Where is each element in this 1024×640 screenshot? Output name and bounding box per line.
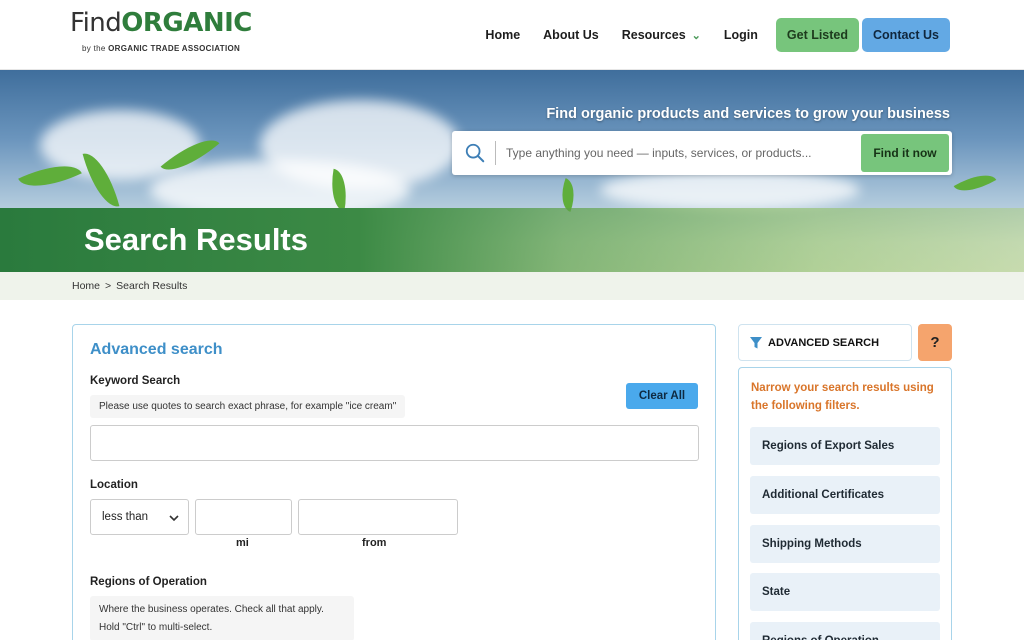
distance-operator-select[interactable]: less than	[90, 499, 189, 535]
findorganic-logo[interactable]: FindORGANIC by the ORGANIC TRADE ASSOCIA…	[70, 8, 270, 62]
advanced-search-toggle[interactable]: ADVANCED SEARCH	[738, 324, 912, 361]
logo-by-text: by the	[82, 44, 106, 53]
logo-subtitle: by the ORGANIC TRADE ASSOCIATION	[82, 44, 270, 53]
logo-wordmark: FindORGANIC	[70, 8, 270, 38]
logo-association-text: ORGANIC TRADE ASSOCIATION	[108, 44, 241, 53]
nav-about-us[interactable]: About Us	[543, 28, 599, 42]
hero-search-input[interactable]	[506, 139, 846, 167]
contact-us-button[interactable]: Contact Us	[862, 18, 950, 52]
regions-hint-line-2: Hold "Ctrl" to multi-select.	[99, 621, 213, 633]
page-title-band: Search Results	[0, 208, 1024, 272]
clear-all-button[interactable]: Clear All	[626, 383, 698, 409]
leaf-decoration	[953, 166, 997, 200]
filter-regions-of-operation[interactable]: Regions of Operation	[750, 622, 940, 640]
nav-resources-label: Resources	[621, 28, 686, 42]
filter-additional-certificates[interactable]: Additional Certificates	[750, 476, 940, 514]
filter-shipping-methods[interactable]: Shipping Methods	[750, 525, 940, 563]
filter-state[interactable]: State	[750, 573, 940, 611]
search-icon	[465, 143, 485, 163]
hero-search-bar: Find it now	[452, 131, 952, 175]
cloud-decoration	[600, 170, 860, 210]
from-label: from	[362, 537, 387, 549]
leaf-decoration	[555, 178, 581, 212]
breadcrumb: Home > Search Results	[72, 280, 187, 292]
nav-resources[interactable]: Resources ⌄	[622, 28, 701, 42]
chevron-down-icon: ⌄	[691, 29, 701, 42]
advanced-search-title: Advanced search	[90, 341, 223, 358]
find-it-now-button[interactable]: Find it now	[861, 134, 949, 172]
breadcrumb-bar: Home > Search Results	[0, 272, 1024, 300]
filter-regions-of-export-sales[interactable]: Regions of Export Sales	[750, 427, 940, 465]
help-button[interactable]: ?	[918, 324, 952, 361]
chevron-down-icon	[169, 515, 179, 522]
filter-funnel-icon	[750, 336, 762, 348]
page-title: Search Results	[84, 222, 308, 257]
nav-login[interactable]: Login	[724, 28, 758, 42]
main-nav: Home About Us Resources ⌄ Login Get Liste…	[462, 18, 950, 52]
get-listed-button[interactable]: Get Listed	[775, 18, 860, 52]
regions-hint-line-1: Where the business operates. Check all t…	[99, 604, 324, 615]
filter-intro-text: Narrow your search results using the fol…	[751, 382, 934, 412]
search-divider	[495, 141, 496, 165]
advanced-search-heading: ADVANCED SEARCH	[768, 336, 880, 349]
site-header: FindORGANIC by the ORGANIC TRADE ASSOCIA…	[0, 0, 1024, 70]
breadcrumb-separator: >	[105, 280, 112, 292]
distance-miles-input[interactable]	[195, 499, 292, 535]
hero-banner: Find organic products and services to gr…	[0, 70, 1024, 300]
location-label: Location	[90, 479, 138, 491]
breadcrumb-home[interactable]: Home	[72, 280, 100, 292]
distance-from-input[interactable]	[298, 499, 458, 535]
advanced-search-panel: Advanced search Keyword Search Please us…	[72, 324, 716, 640]
keyword-search-hint: Please use quotes to search exact phrase…	[90, 395, 406, 418]
logo-organic-text: ORGANIC	[121, 8, 252, 38]
miles-label: mi	[236, 537, 249, 549]
distance-operator-value: less than	[102, 511, 149, 523]
nav-home[interactable]: Home	[485, 28, 520, 42]
logo-find-text: Find	[70, 8, 122, 38]
breadcrumb-current: Search Results	[116, 280, 188, 292]
keyword-search-label: Keyword Search	[90, 375, 181, 387]
regions-of-operation-label: Regions of Operation	[90, 576, 207, 588]
regions-of-operation-hint: Where the business operates. Check all t…	[90, 596, 354, 640]
hero-tagline: Find organic products and services to gr…	[546, 106, 950, 122]
keyword-search-input[interactable]	[90, 425, 699, 461]
filter-panel: Narrow your search results using the fol…	[738, 367, 952, 640]
